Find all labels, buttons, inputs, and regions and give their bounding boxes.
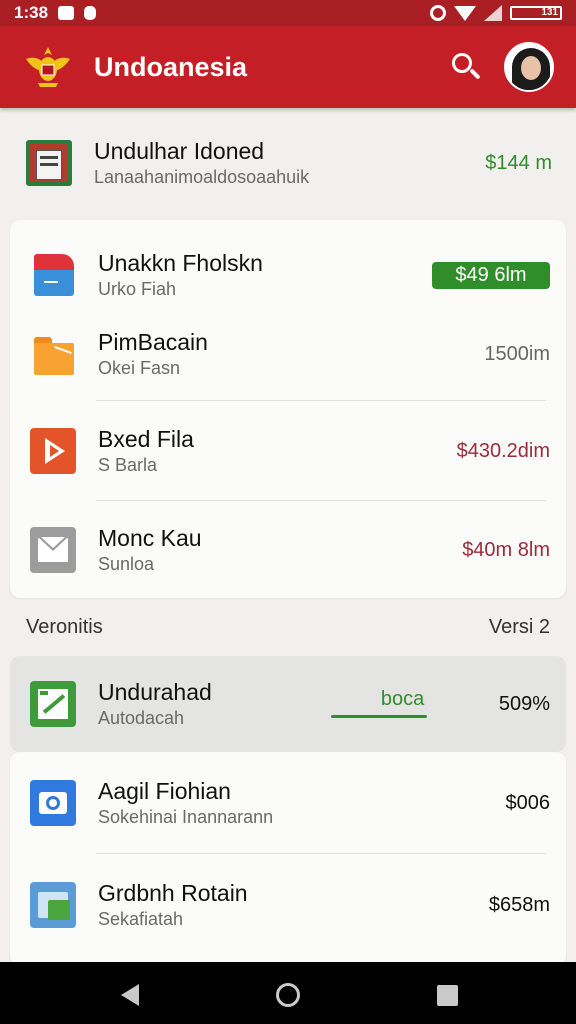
item-subtitle: Sekafiatah — [98, 909, 184, 929]
document-image-icon — [26, 140, 72, 186]
back-icon[interactable] — [121, 984, 139, 1006]
item-value: $006 — [505, 791, 551, 814]
item-value: $40m 8lm — [462, 538, 550, 561]
battery-icon: 131 — [510, 6, 562, 20]
list-item[interactable]: Monc Kau Sunloa $40m 8lm — [10, 502, 566, 598]
item-value: $430.2dim — [456, 439, 550, 462]
item-title: Unakkn Fholskn — [98, 250, 263, 276]
profile-avatar[interactable] — [504, 42, 554, 92]
divider — [96, 500, 546, 501]
garuda-emblem-icon — [22, 41, 74, 93]
item-title: Undulhar Idoned — [94, 138, 265, 164]
search-button[interactable] — [446, 47, 486, 87]
gmail-notification-icon — [58, 6, 75, 20]
item-subtitle: S Barla — [98, 455, 158, 475]
item-title: PimBacain — [98, 329, 208, 355]
list-item[interactable]: Unakkn Fholskn Urko Fiah $49 6lm — [10, 230, 566, 320]
item-value: 509% — [498, 692, 550, 715]
home-icon[interactable] — [276, 983, 300, 1007]
item-title: Bxed Fila — [98, 426, 194, 452]
item-title: Monc Kau — [98, 525, 202, 551]
camera-icon — [30, 780, 76, 826]
video-play-icon — [30, 428, 76, 474]
app-title: Undoanesia — [94, 51, 248, 82]
item-subtitle: Sokehinai Inannarann — [98, 807, 274, 827]
recent-apps-icon[interactable] — [437, 985, 458, 1006]
gallery-icon — [30, 882, 76, 928]
file-icon — [30, 252, 76, 298]
item-title: Aagil Fiohian — [98, 778, 231, 804]
app-notification-icon — [84, 6, 97, 20]
divider — [96, 400, 546, 401]
wifi-icon — [454, 5, 476, 21]
mail-icon — [30, 527, 76, 573]
item-title: Grdbnh Rotain — [98, 880, 248, 906]
app-bar: Undoanesia — [0, 26, 576, 108]
battery-level: 131 — [541, 7, 558, 18]
status-time: 1:38 — [14, 3, 49, 22]
status-bar: 1:38 131 — [0, 0, 576, 26]
item-value: 1500im — [484, 342, 550, 365]
item-value: $144 m — [485, 151, 552, 174]
item-subtitle: Sunloa — [98, 554, 155, 574]
chart-trend-icon — [30, 681, 76, 727]
signal-icon — [484, 5, 502, 21]
list-item[interactable]: PimBacain Okei Fasn 1500im — [10, 308, 566, 400]
list-item[interactable]: Bxed Fila S Barla $430.2dim — [10, 402, 566, 500]
list-item-active[interactable]: Undurahad Autodacah boca 509% — [10, 656, 566, 752]
list-item[interactable]: Aagil Fiohian Sokehinai Inannarann $006 — [10, 752, 566, 854]
divider — [96, 853, 546, 854]
item-value: $658m — [488, 893, 550, 916]
section-version: Versi 2 — [488, 616, 550, 638]
folder-icon — [30, 331, 76, 377]
list-item-featured[interactable]: Undulhar Idoned Lanaahanimoaldosoaahuik … — [0, 118, 576, 208]
download-progress: boca — [330, 686, 431, 722]
item-subtitle: Autodacah — [98, 708, 185, 728]
item-title: Undurahad — [98, 679, 212, 705]
item-subtitle: Lanaahanimoaldosoaahuik — [94, 167, 310, 187]
list-item[interactable]: Grdbnh Rotain Sekafiatah $658m — [10, 856, 566, 954]
section-label: Veronitis — [26, 616, 103, 638]
alarm-icon — [430, 5, 446, 21]
progress-label: boca — [380, 688, 425, 710]
item-subtitle: Okei Fasn — [98, 358, 181, 378]
item-subtitle: Urko Fiah — [98, 279, 177, 299]
value-badge: $49 6lm — [432, 261, 550, 289]
progress-bar — [330, 715, 427, 718]
